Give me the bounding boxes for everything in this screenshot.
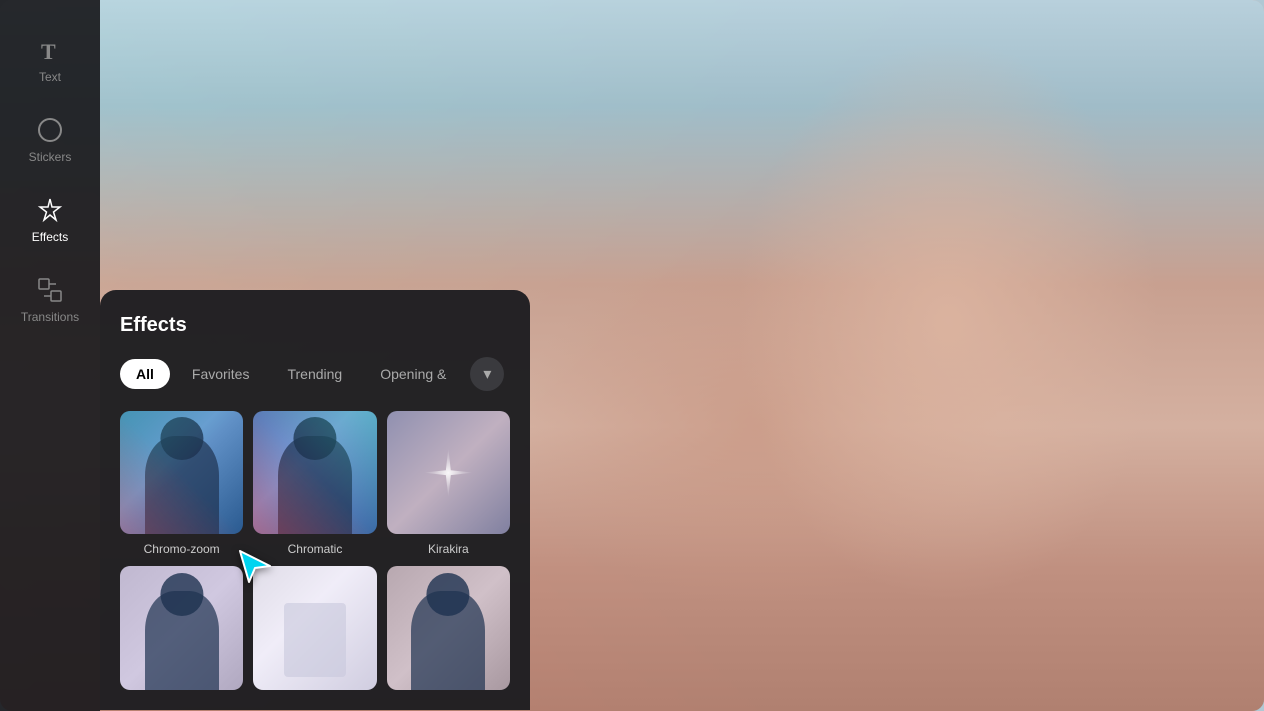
effect-label-chromatic: Chromatic — [288, 542, 343, 556]
effect-thumb-chromatic — [253, 411, 376, 534]
filter-tabs: All Favorites Trending Opening & ▾ — [120, 357, 510, 391]
effects-panel: Effects All Favorites Trending Opening &… — [100, 290, 530, 710]
sidebar-stickers-label: Stickers — [29, 150, 72, 164]
effect-thumb-chromozoom — [120, 411, 243, 534]
effects-grid: Chromo-zoom Chromatic Kirakira — [120, 411, 510, 698]
effect-thumb-4 — [120, 566, 243, 689]
transitions-icon — [36, 276, 64, 304]
sidebar: T Text Stickers Effects — [0, 0, 100, 711]
effect-item-4[interactable] — [120, 566, 243, 697]
effect-label-chromozoom: Chromo-zoom — [144, 542, 220, 556]
effect-label-kirakira: Kirakira — [428, 542, 469, 556]
more-tabs-button[interactable]: ▾ — [470, 357, 504, 391]
stickers-icon — [36, 116, 64, 144]
effect-thumb-6 — [387, 566, 510, 689]
panel-title: Effects — [120, 314, 510, 337]
sidebar-item-text[interactable]: T Text — [0, 20, 100, 100]
sidebar-transitions-label: Transitions — [21, 310, 79, 324]
sidebar-item-transitions[interactable]: Transitions — [0, 260, 100, 340]
tab-all[interactable]: All — [120, 359, 170, 389]
effect-thumb-5 — [253, 566, 376, 689]
effect-item-kirakira[interactable]: Kirakira — [387, 411, 510, 556]
effect-item-5[interactable] — [253, 566, 376, 697]
effect-item-chromozoom[interactable]: Chromo-zoom — [120, 411, 243, 556]
tab-favorites[interactable]: Favorites — [176, 359, 266, 389]
tab-opening[interactable]: Opening & — [364, 359, 462, 389]
tab-trending[interactable]: Trending — [271, 359, 358, 389]
sidebar-item-effects[interactable]: Effects — [0, 180, 100, 260]
sidebar-effects-label: Effects — [32, 230, 68, 244]
effect-item-chromatic[interactable]: Chromatic — [253, 411, 376, 556]
text-icon: T — [36, 36, 64, 64]
sidebar-item-stickers[interactable]: Stickers — [0, 100, 100, 180]
effects-icon — [36, 196, 64, 224]
effect-item-6[interactable] — [387, 566, 510, 697]
sidebar-text-label: Text — [39, 70, 61, 84]
svg-text:T: T — [41, 39, 56, 63]
effect-thumb-kirakira — [387, 411, 510, 534]
